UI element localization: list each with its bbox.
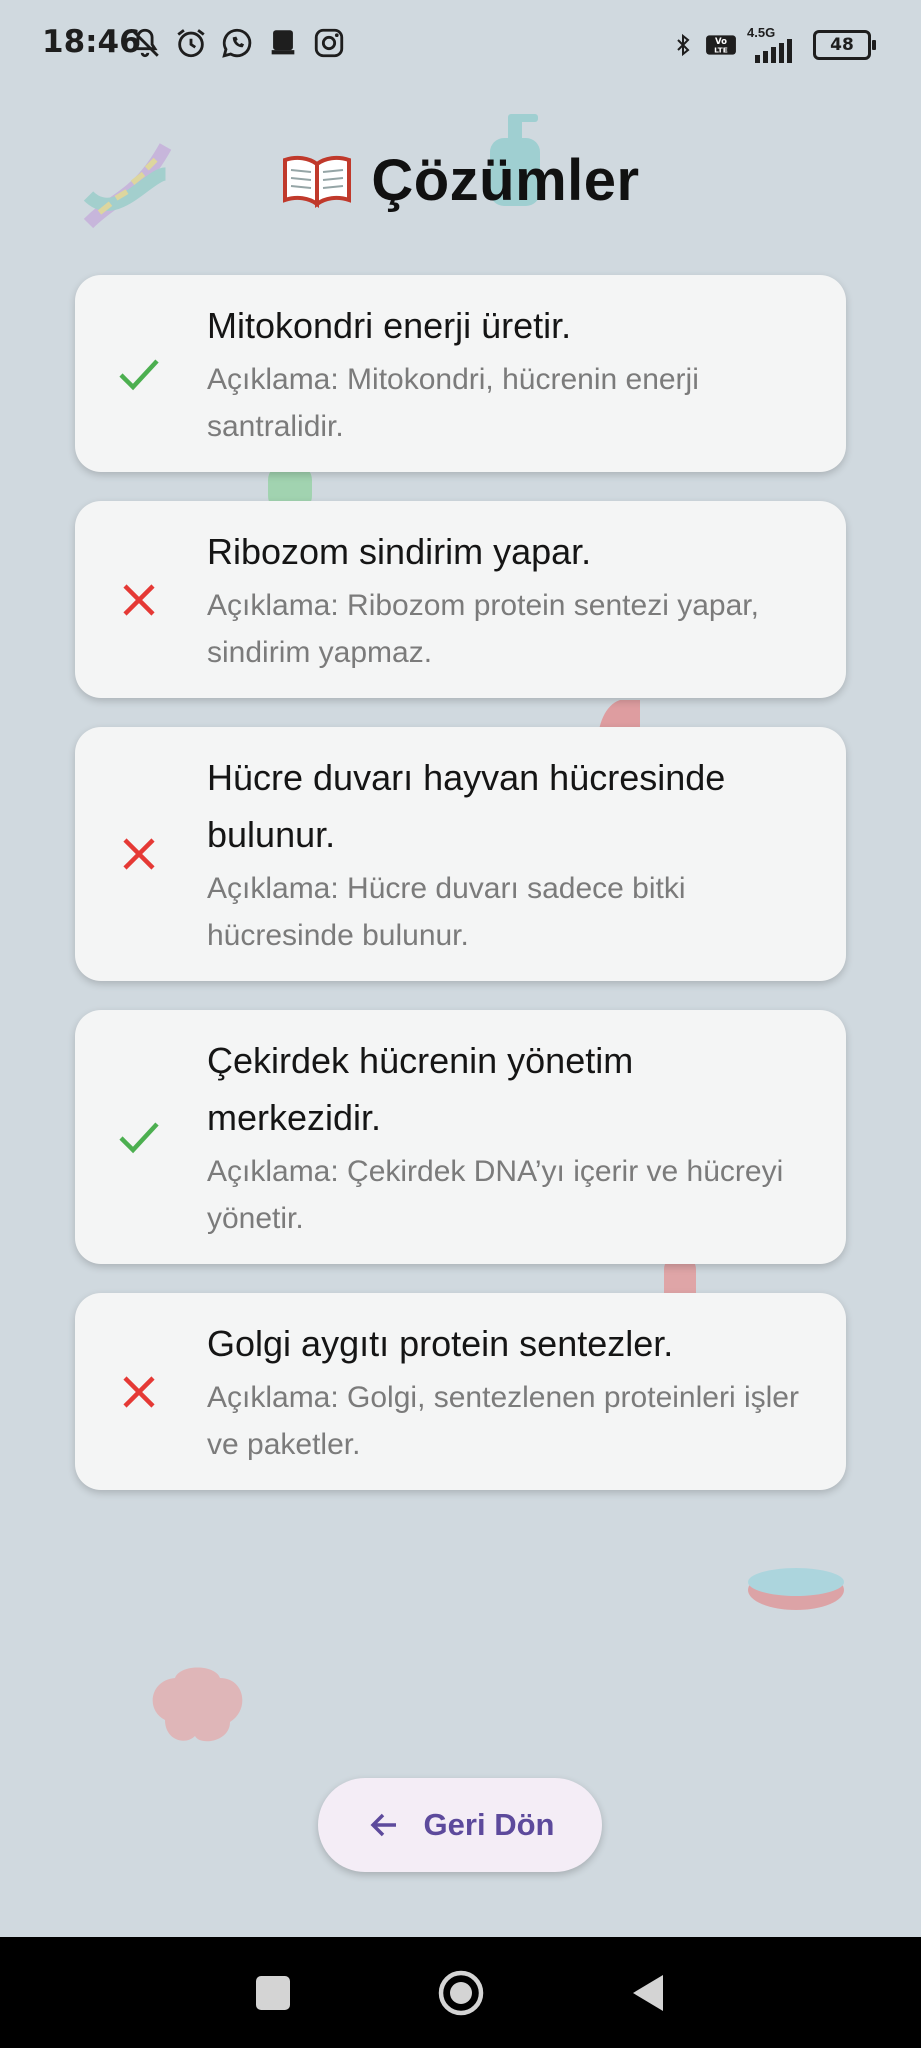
answer-list: Mitokondri enerji üretir. Açıklama: Mito… bbox=[75, 275, 846, 1519]
svg-text:LTE: LTE bbox=[714, 45, 728, 54]
network-type-label: 4.5G bbox=[747, 25, 776, 40]
status-bar: 18:46 Vo LTE 4.5G 48 bbox=[0, 0, 921, 90]
cross-icon bbox=[123, 838, 155, 870]
brain-icon bbox=[152, 1667, 243, 1742]
status-left-icons bbox=[128, 26, 346, 60]
answer-explanation: Açıklama: Ribozom protein sentezi yapar,… bbox=[207, 589, 759, 669]
back-button-label: Geri Dön bbox=[423, 1807, 555, 1842]
answer-explanation: Açıklama: Mitokondri, hücrenin enerji sa… bbox=[207, 363, 699, 443]
answer-explanation: Açıklama: Çekirdek DNA’yı içerir ve hücr… bbox=[207, 1155, 784, 1235]
instagram-icon bbox=[314, 28, 344, 58]
muted-bell-icon bbox=[131, 28, 159, 58]
header: Çözümler bbox=[0, 140, 921, 220]
answer-card: Mitokondri enerji üretir. Açıklama: Mito… bbox=[75, 275, 846, 472]
signal-icon bbox=[755, 39, 792, 63]
alarm-icon bbox=[177, 29, 205, 58]
home-circle-icon[interactable] bbox=[437, 1969, 485, 2017]
whatsapp-icon bbox=[222, 28, 252, 58]
check-icon bbox=[119, 358, 159, 390]
cross-icon bbox=[123, 583, 155, 616]
book-icon bbox=[283, 155, 352, 208]
back-triangle-icon[interactable] bbox=[625, 1969, 673, 2017]
volte-icon: VoLTE bbox=[706, 34, 736, 55]
answer-card: Çekirdek hücrenin yönetim merkezidir. Aç… bbox=[75, 1010, 846, 1264]
bluetooth-icon bbox=[677, 33, 690, 56]
status-time: 18:46 bbox=[42, 24, 141, 60]
answer-statement: Çekirdek hücrenin yönetim merkezidir. bbox=[207, 1040, 634, 1138]
answer-card: Hücre duvarı hayvan hücresinde bulunur. … bbox=[75, 727, 846, 981]
petri-dish-icon bbox=[748, 1568, 844, 1610]
arrow-left-icon bbox=[370, 1813, 396, 1837]
recents-square-icon[interactable] bbox=[249, 1969, 297, 2017]
page-title: Çözümler bbox=[371, 147, 640, 213]
answer-statement: Ribozom sindirim yapar. bbox=[207, 531, 592, 572]
answer-explanation: Açıklama: Hücre duvarı sadece bitki hücr… bbox=[207, 872, 686, 952]
system-nav-bar bbox=[0, 1937, 921, 2048]
status-right-icons: Vo LTE 4.5G 48 bbox=[671, 25, 876, 63]
back-button[interactable]: Geri Dön bbox=[318, 1778, 602, 1872]
answer-card: Golgi aygıtı protein sentezler. Açıklama… bbox=[75, 1293, 846, 1490]
check-icon bbox=[119, 1122, 159, 1154]
answer-statement: Golgi aygıtı protein sentezler. bbox=[207, 1323, 674, 1364]
answer-statement: Hücre duvarı hayvan hücresinde bulunur. bbox=[207, 757, 726, 855]
battery-indicator: 48 bbox=[813, 29, 876, 60]
answer-card: Ribozom sindirim yapar. Açıklama: Ribozo… bbox=[75, 501, 846, 698]
cross-icon bbox=[123, 1375, 155, 1408]
answer-statement: Mitokondri enerji üretir. bbox=[207, 305, 572, 346]
answer-explanation: Açıklama: Golgi, sentezlenen proteinleri… bbox=[207, 1381, 799, 1461]
app-icon bbox=[271, 30, 295, 55]
